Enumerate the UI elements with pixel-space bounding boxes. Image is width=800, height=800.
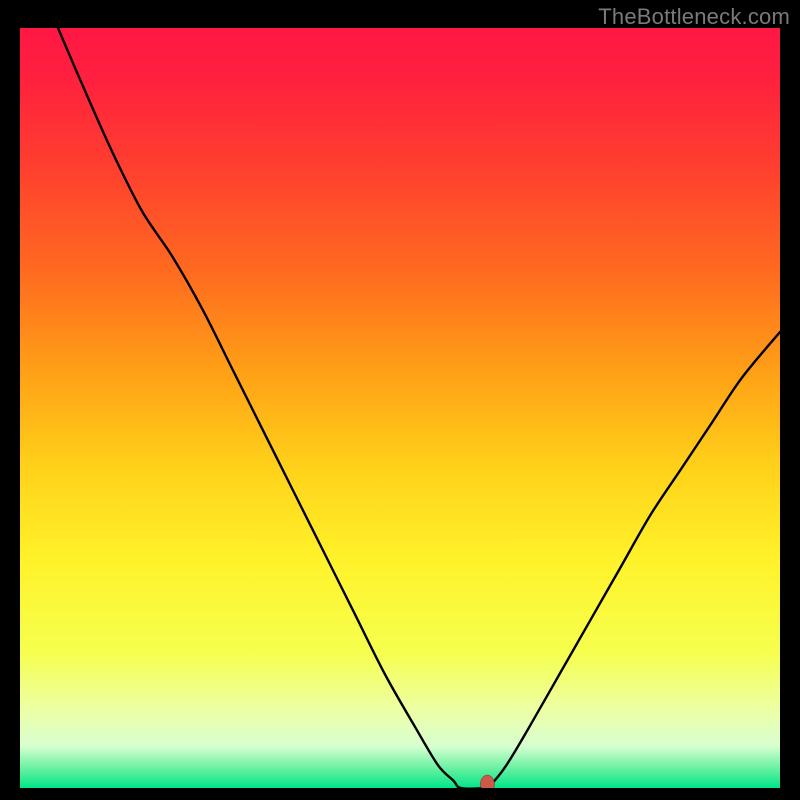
plot-area [20,28,780,788]
chart-container: TheBottleneck.com [0,0,800,800]
watermark: TheBottleneck.com [598,4,790,30]
bottleneck-chart [20,28,780,788]
